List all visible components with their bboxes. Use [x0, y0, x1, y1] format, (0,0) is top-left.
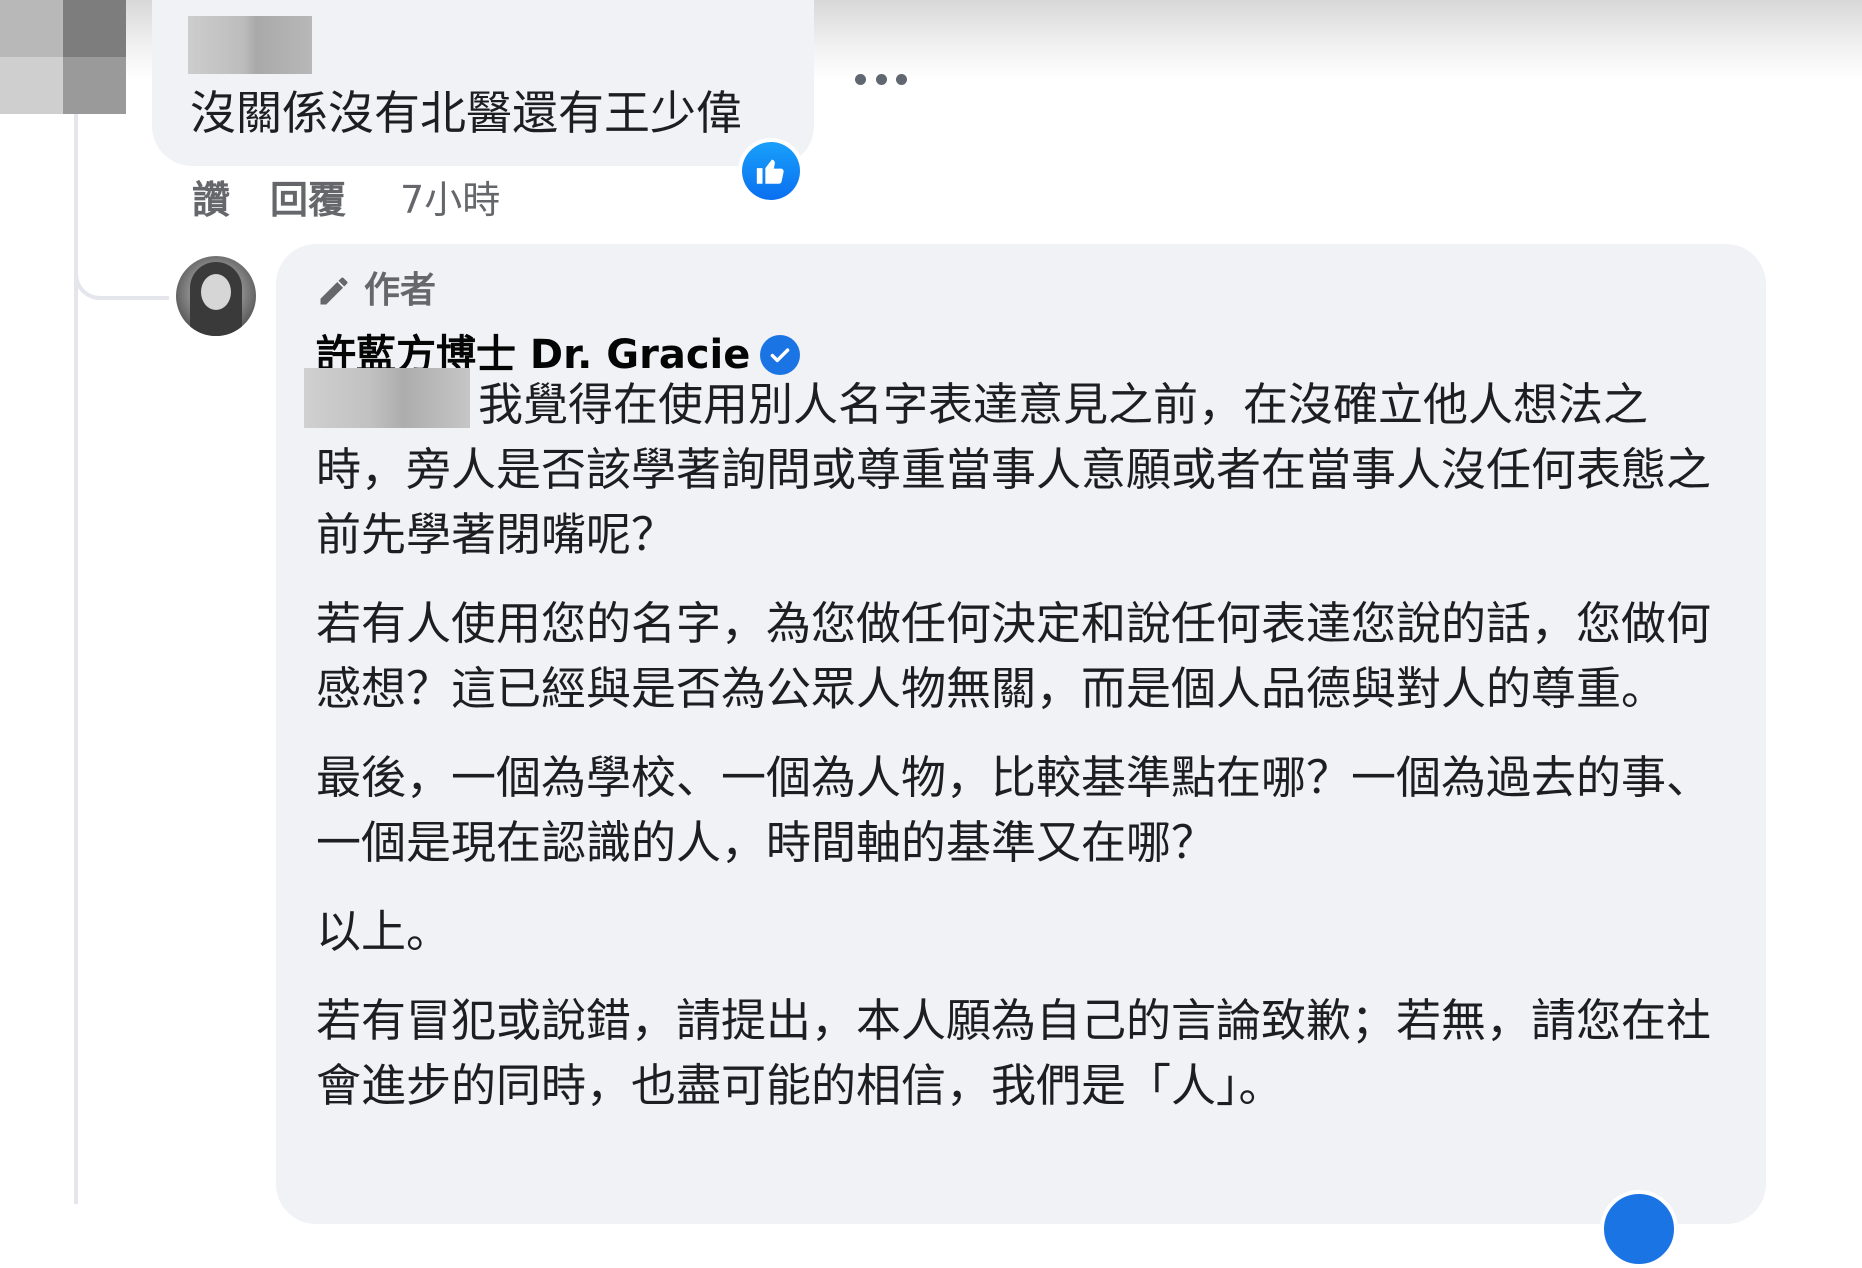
- timestamp-link[interactable]: 7小時: [400, 172, 500, 228]
- pencil-icon: [320, 277, 348, 305]
- reply-paragraph: 若有人使用您的名字，為您做任何決定和說任何表達您說的話，您做何感想？這已經與是否…: [316, 597, 1712, 715]
- commenter-avatar-blurred[interactable]: [0, 0, 126, 114]
- comment-text: 沒關係沒有北醫還有王少偉: [190, 86, 742, 140]
- author-avatar[interactable]: [176, 256, 256, 336]
- more-options-icon[interactable]: [855, 64, 907, 94]
- reply-paragraph: 以上。: [316, 905, 452, 958]
- author-badge: 作者: [316, 264, 436, 318]
- author-badge-label: 作者: [364, 270, 437, 311]
- reply-body: 我覺得在使用別人名字表達意見之前，在沒確立他人想法之時，旁人是否該學著詢問或尊重…: [316, 372, 1726, 1142]
- verified-badge-icon: [760, 335, 801, 375]
- reply-paragraph: 若有冒犯或說錯，請提出，本人願為自己的言論致歉；若無，請您在社會進步的同時，也盡…: [316, 994, 1712, 1112]
- reply-link[interactable]: 回覆: [270, 172, 346, 228]
- like-link[interactable]: 讚: [192, 172, 230, 228]
- reply-paragraph: 我覺得在使用別人名字表達意見之前，在沒確立他人想法之時，旁人是否該學著詢問或尊重…: [316, 378, 1712, 561]
- thread-connector: [74, 200, 169, 300]
- like-reaction-icon[interactable]: [738, 138, 804, 204]
- commenter-name-blurred[interactable]: [188, 16, 312, 74]
- reaction-icon[interactable]: [1600, 1190, 1678, 1268]
- reply-paragraph: 最後，一個為學校、一個為人物，比較基準點在哪？一個為過去的事、一個是現在認識的人…: [316, 751, 1712, 869]
- comment-actions: 讚 回覆 7小時: [192, 172, 500, 228]
